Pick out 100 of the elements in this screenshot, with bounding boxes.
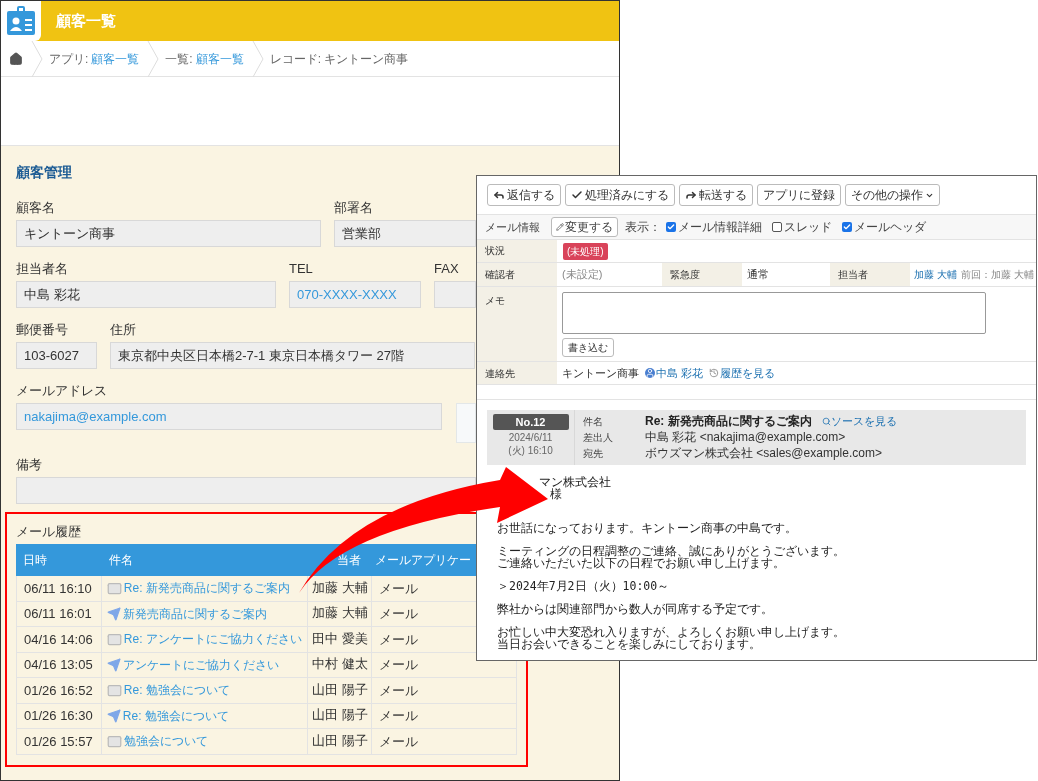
checkbox[interactable] bbox=[842, 222, 852, 232]
breadcrumb-link[interactable]: 顧客一覧 bbox=[91, 49, 140, 68]
header-value: 中島 彩花 <nakajima@example.com> bbox=[645, 429, 846, 446]
row-label: 担当者 bbox=[830, 263, 910, 286]
priority-value: 通常 bbox=[746, 267, 770, 283]
checkbox[interactable] bbox=[772, 222, 782, 232]
toolbar-button[interactable]: 転送する bbox=[679, 184, 753, 206]
owner-cell: 山田 陽子 bbox=[308, 729, 373, 754]
message-line: ミーティングの日程調整のご連絡、誠にありがとうございます。 bbox=[497, 544, 845, 558]
header-label: 差出人 bbox=[583, 430, 614, 445]
breadcrumb-link[interactable]: 顧客一覧 bbox=[195, 49, 244, 68]
owner-cell: 山田 陽子 bbox=[308, 678, 373, 703]
contact-person-link[interactable]: 中島 彩花 bbox=[645, 364, 704, 382]
home-icon[interactable] bbox=[9, 51, 23, 66]
field-value: 営業部 bbox=[342, 224, 381, 243]
field-label: メールアドレス bbox=[16, 382, 107, 400]
owner-cell: 中村 健太 bbox=[308, 652, 373, 677]
date-cell: 01/26 16:30 bbox=[16, 703, 102, 728]
subject-link[interactable]: 勉強会について bbox=[123, 732, 208, 751]
view-source-link[interactable]: ソースを見る bbox=[821, 412, 897, 430]
reply-icon bbox=[493, 189, 505, 201]
breadcrumb-label: レコード: キントーン商事 bbox=[269, 50, 409, 68]
field-value: 103-6027 bbox=[24, 346, 79, 365]
text-field[interactable]: 103-6027 bbox=[16, 342, 97, 369]
column-header: 当者 bbox=[337, 552, 362, 569]
text-field[interactable] bbox=[434, 281, 476, 308]
change-button[interactable]: 変更する bbox=[551, 217, 618, 237]
info-bar-title: メール情報 bbox=[485, 219, 540, 235]
person-icon bbox=[645, 368, 655, 378]
owner-cell: 田中 愛美 bbox=[308, 627, 373, 652]
toolbar-button[interactable]: 返信する bbox=[487, 184, 561, 206]
edit-icon bbox=[556, 223, 564, 231]
message-line: 様 bbox=[550, 487, 562, 501]
toolbar-button[interactable]: その他の操作 bbox=[845, 184, 940, 206]
subject-link[interactable]: Re: アンケートにご協力ください bbox=[123, 630, 302, 649]
message-subject: Re: 新発売商品に関するご案内 bbox=[645, 413, 812, 430]
display-option[interactable]: メールヘッダ bbox=[842, 218, 926, 236]
text-field[interactable]: 営業部 bbox=[334, 220, 476, 247]
header-value: ボウズマン株式会社 <sales@example.com> bbox=[645, 445, 882, 462]
owner-cell: 山田 陽子 bbox=[308, 703, 373, 728]
field-label: 備考 bbox=[16, 456, 42, 474]
row-label: 連絡先 bbox=[477, 362, 557, 384]
field-label: 郵便番号 bbox=[16, 321, 68, 339]
envelope-icon bbox=[106, 682, 122, 698]
breadcrumb-label: 一覧: bbox=[165, 50, 193, 68]
history-title: メール履歴 bbox=[16, 523, 81, 541]
field-value: 東京都中央区日本橋2-7-1 東京日本橋タワー 27階 bbox=[118, 346, 405, 365]
envelope-icon bbox=[106, 580, 122, 596]
envelope-icon bbox=[106, 631, 122, 647]
app-title: 顧客一覧 bbox=[56, 10, 116, 31]
date-cell: 04/16 13:05 bbox=[16, 652, 102, 677]
write-button[interactable]: 書き込む bbox=[562, 338, 614, 357]
text-field[interactable]: キントーン商事 bbox=[16, 220, 321, 247]
search-icon bbox=[821, 416, 831, 426]
toolbar-button[interactable]: 処理済みにする bbox=[565, 184, 675, 206]
message-date: 2024/6/11 bbox=[508, 431, 553, 444]
text-field[interactable]: 東京都中央区日本橋2-7-1 東京日本橋タワー 27階 bbox=[110, 342, 475, 369]
message-number-badge: No.12 bbox=[492, 414, 569, 430]
message-time: (火) 16:10 bbox=[508, 444, 553, 457]
toolbar-button[interactable]: アプリに登録 bbox=[757, 184, 841, 206]
column-header: 日時 bbox=[23, 552, 47, 569]
previous-owner: 前回：加藤 大輔 bbox=[960, 268, 1034, 282]
checkbox[interactable] bbox=[666, 222, 676, 232]
date-cell: 01/26 16:52 bbox=[16, 678, 102, 703]
section-title: 顧客管理 bbox=[16, 163, 72, 182]
text-field[interactable] bbox=[16, 477, 476, 504]
row-label: 確認者 bbox=[477, 263, 557, 286]
row-label: 緊急度 bbox=[662, 263, 742, 286]
message-line: マン株式会社 bbox=[539, 475, 611, 489]
field-label: 顧客名 bbox=[16, 199, 55, 217]
paper-plane-icon bbox=[106, 606, 121, 621]
field-label: 部署名 bbox=[334, 199, 373, 217]
field-label: 担当者名 bbox=[16, 260, 68, 278]
date-cell: 04/16 14:06 bbox=[16, 627, 102, 652]
status-badge: (未処理) bbox=[563, 242, 608, 260]
display-option[interactable]: スレッド bbox=[772, 218, 832, 236]
date-cell: 06/11 16:10 bbox=[16, 576, 102, 601]
date-cell: 06/11 16:01 bbox=[16, 601, 102, 626]
owner-link[interactable]: 加藤 大輔 bbox=[914, 267, 957, 282]
memo-field[interactable] bbox=[562, 292, 986, 334]
subject-link[interactable]: Re: 新発売商品に関するご案内 bbox=[123, 579, 290, 598]
field-value: キントーン商事 bbox=[24, 224, 115, 243]
header-label: 宛先 bbox=[583, 446, 604, 461]
envelope-icon bbox=[106, 733, 122, 749]
subject-link[interactable]: Re: 勉強会について bbox=[123, 681, 230, 700]
subject-link[interactable]: 新発売商品に関するご案内 bbox=[122, 604, 267, 623]
display-option[interactable]: メール情報詳細 bbox=[666, 218, 762, 236]
paper-plane-icon bbox=[106, 657, 121, 672]
field-label: FAX bbox=[434, 260, 459, 278]
column-header: 件名 bbox=[108, 552, 133, 569]
field-label: 住所 bbox=[110, 321, 136, 339]
owner-cell: 加藤 大輔 bbox=[308, 601, 373, 626]
display-label: 表示： bbox=[625, 219, 661, 236]
text-field[interactable]: 中島 彩花 bbox=[16, 281, 276, 308]
contact-company: キントーン商事 bbox=[562, 365, 639, 381]
subject-link[interactable]: アンケートにご協力ください bbox=[122, 655, 279, 674]
history-link[interactable]: 履歴を見る bbox=[709, 364, 776, 382]
subject-link[interactable]: Re: 勉強会について bbox=[122, 706, 229, 725]
header-label: 件名 bbox=[583, 414, 604, 429]
app-cell: メール bbox=[372, 678, 517, 703]
